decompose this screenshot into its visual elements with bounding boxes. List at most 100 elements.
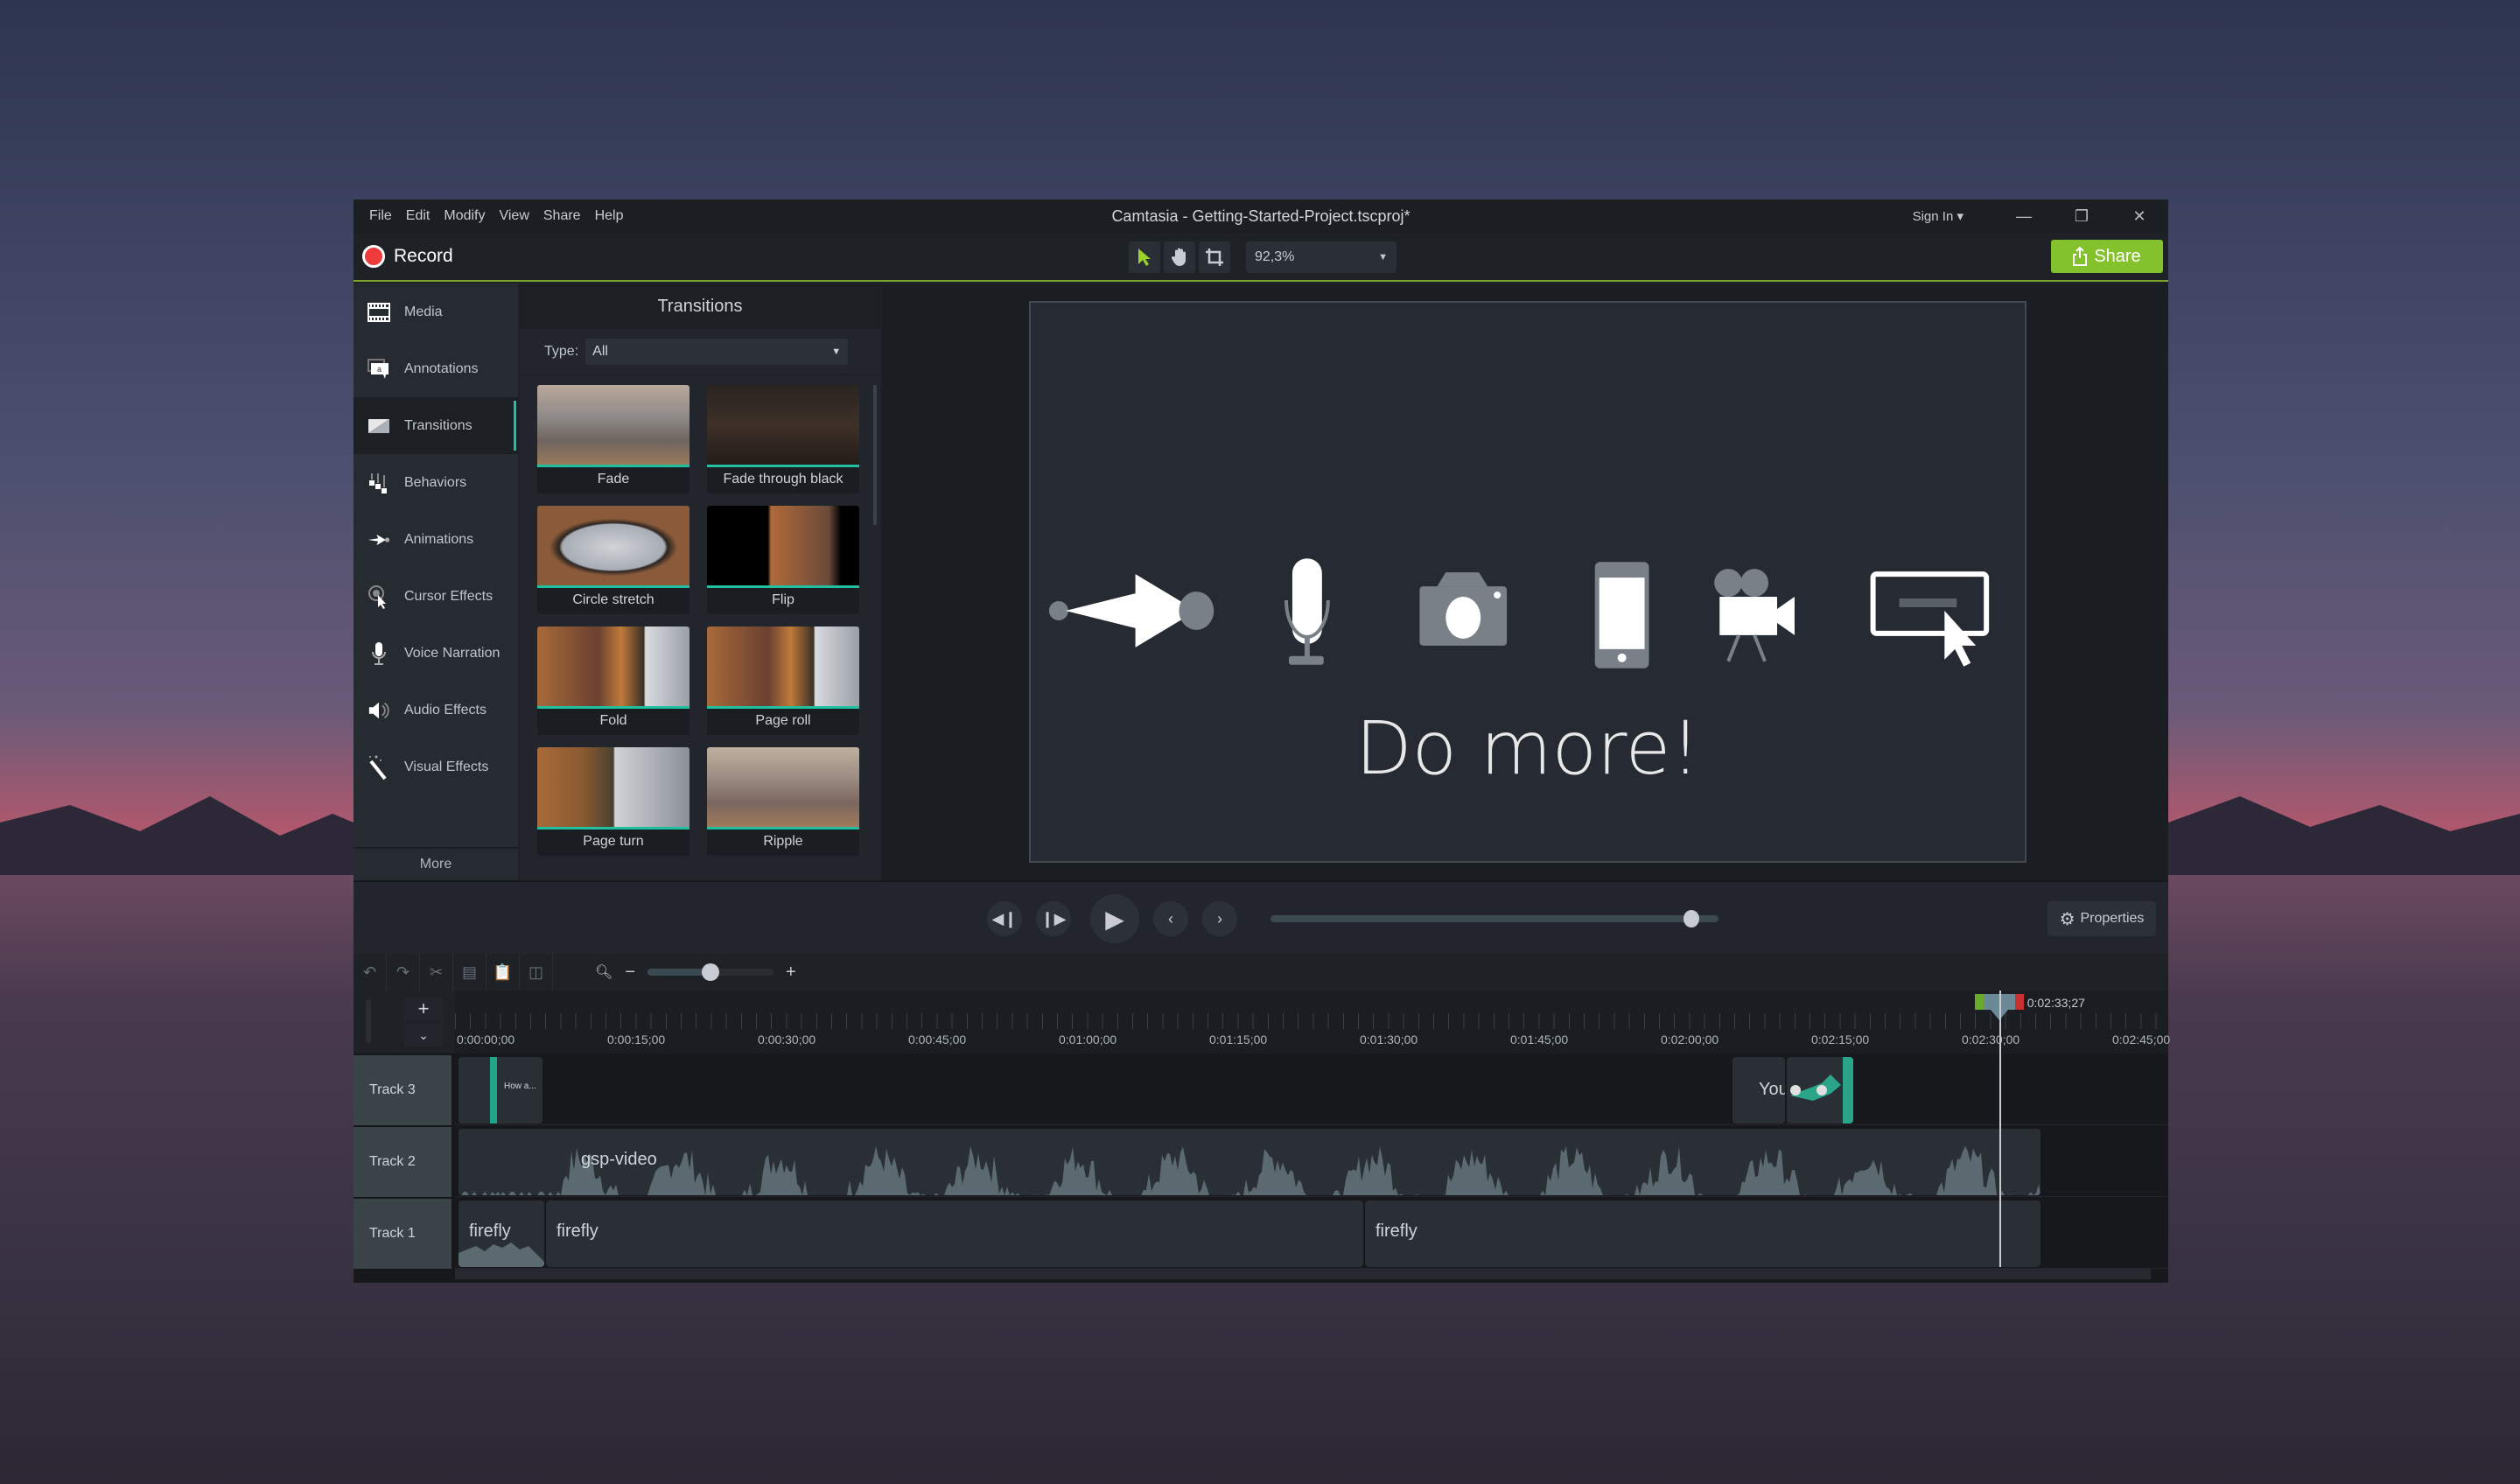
undo-icon: ↶ (362, 962, 377, 981)
restore-button[interactable]: ❐ (2053, 207, 2110, 226)
sidebar-item-visual-effects[interactable]: Visual Effects (354, 738, 518, 795)
transition-item[interactable]: Circle stretch (537, 506, 690, 614)
transition-item[interactable]: Fold (537, 626, 690, 735)
track-label[interactable]: Track 3 (354, 1055, 452, 1125)
menu-view[interactable]: View (492, 208, 536, 224)
sidebar-item-behaviors[interactable]: Behaviors (354, 454, 518, 511)
transition-item[interactable]: Ripple (707, 747, 859, 856)
transition-item[interactable]: Page roll (707, 626, 859, 735)
timeline-clip[interactable]: You (1732, 1057, 1785, 1124)
preview-canvas[interactable]: Do more! (1029, 301, 2026, 863)
playhead-time: 0:02:33;27 (2026, 996, 2085, 1010)
sign-in-button[interactable]: Sign In ▾ (1913, 208, 1964, 224)
transition-item[interactable]: Fade through black (707, 385, 859, 494)
ruler-label: 0:02:15;00 (1811, 1032, 1870, 1046)
scissors-icon: ✂ (429, 962, 444, 981)
transition-item[interactable]: Page turn (537, 747, 690, 856)
timeline-zoom-slider[interactable] (648, 963, 774, 981)
menu-help[interactable]: Help (588, 208, 631, 224)
canvas-headline: Do more! (1354, 705, 1701, 791)
transition-item[interactable]: Flip (707, 506, 859, 614)
crop-tool[interactable] (1199, 242, 1230, 273)
properties-label: Properties (2080, 911, 2145, 926)
transition-label: Ripple (763, 833, 803, 849)
timeline-clip[interactable]: gsp-video (458, 1129, 2040, 1195)
menu-file[interactable]: File (362, 208, 399, 224)
timeline-clip[interactable]: How a... (458, 1057, 542, 1124)
transition-item[interactable]: Fade (537, 385, 690, 494)
timeline-horizontal-scrollbar[interactable] (455, 1269, 2151, 1279)
track-label[interactable]: Track 1 (354, 1199, 452, 1269)
clip-title: gsp-video (581, 1150, 657, 1169)
play-button[interactable]: ▶ (1090, 894, 1139, 943)
sidebar-item-voice-narration[interactable]: Voice Narration (354, 625, 518, 682)
sidebar-item-annotations[interactable]: a Annotations (354, 340, 518, 397)
split-button[interactable]: ◫ (520, 954, 553, 990)
play-icon: ▶ (1105, 905, 1124, 933)
ruler-label: 0:00:00;00 (457, 1032, 515, 1046)
zoom-level-dropdown[interactable]: 92,3% ▼ (1246, 242, 1396, 273)
transition-thumbnail (707, 626, 859, 709)
microphone-icon (368, 641, 390, 665)
transition-thumbnail (537, 626, 690, 709)
timeline-clip[interactable]: firefly (546, 1200, 1363, 1267)
previous-marker-button[interactable]: ‹ (1153, 901, 1188, 936)
track-lane[interactable]: firefly firefly firefly (455, 1199, 2168, 1269)
collapse-tracks-button[interactable]: ⌄ (404, 1024, 443, 1046)
copy-button[interactable]: ▤ (453, 954, 486, 990)
animations-icon (368, 528, 390, 551)
sidebar-item-transitions[interactable]: Transitions (354, 397, 518, 454)
feature-icons-row (1048, 558, 1990, 668)
track-label[interactable]: Track 2 (354, 1127, 452, 1197)
split-icon: ◫ (528, 962, 543, 981)
step-back-button[interactable]: ◀❙ (987, 901, 1022, 936)
step-forward-button[interactable]: ❙▶ (1036, 901, 1071, 936)
menu-share[interactable]: Share (536, 208, 588, 224)
timeline-ruler[interactable]: 0:00:00;00 0:00:15;00 0:00:30;00 0:00:45;00… (455, 990, 2170, 1054)
cut-button[interactable]: ✂ (420, 954, 453, 990)
timeline-clip[interactable] (1787, 1057, 1853, 1124)
clip-title: You (1759, 1080, 1785, 1099)
record-button[interactable]: Record (362, 245, 453, 268)
next-marker-button[interactable]: › (1202, 901, 1237, 936)
properties-button[interactable]: ⚙ Properties (2048, 901, 2156, 936)
sidebar-item-audio-effects[interactable]: Audio Effects (354, 682, 518, 738)
redo-button[interactable]: ↷ (387, 954, 420, 990)
zoom-in-button[interactable]: + (786, 962, 796, 983)
undo-button[interactable]: ↶ (354, 954, 387, 990)
pan-tool[interactable] (1164, 242, 1195, 273)
zoom-out-button[interactable]: − (625, 962, 635, 983)
paste-button[interactable]: 📋 (486, 954, 520, 990)
sidebar-item-label: Voice Narration (404, 645, 500, 661)
panel-scrollbar[interactable] (873, 385, 877, 525)
more-button[interactable]: More (354, 847, 518, 880)
sidebar-item-label: Annotations (404, 360, 479, 376)
transition-label: Fade through black (723, 471, 844, 486)
timeline-zoom-handle[interactable] (702, 963, 719, 981)
sidebar-item-animations[interactable]: Animations (354, 511, 518, 568)
track-lane[interactable]: gsp-video (455, 1127, 2168, 1197)
main-toolbar: Record 92,3% ▼ Share (354, 233, 2168, 282)
playback-scrubber[interactable] (1270, 910, 1718, 928)
search-icon: 🔍︎ (595, 965, 613, 980)
timeline-clip[interactable]: firefly (458, 1200, 544, 1267)
track-height-slider[interactable] (366, 999, 371, 1043)
camtasia-window: File Edit Modify View Share Help Camtasi… (354, 200, 2170, 1283)
timeline-toolbar: ↶ ↷ ✂ ▤ 📋 ◫ 🔍︎ − + (354, 954, 2168, 990)
track-lane[interactable]: How a... You (455, 1055, 2168, 1125)
sidebar-item-cursor-effects[interactable]: Cursor Effects (354, 568, 518, 625)
redo-icon: ↷ (396, 962, 410, 981)
minimize-button[interactable]: — (1995, 207, 2053, 226)
close-button[interactable]: ✕ (2110, 207, 2168, 226)
type-filter-dropdown[interactable]: All ▼ (585, 338, 849, 365)
sidebar-item-media[interactable]: Media (354, 284, 518, 340)
share-button[interactable]: Share (2051, 240, 2163, 273)
timeline-clip[interactable]: firefly (1365, 1200, 2040, 1267)
add-track-button[interactable]: + (404, 998, 443, 1020)
menu-modify[interactable]: Modify (437, 208, 492, 224)
select-tool[interactable] (1129, 242, 1160, 273)
playhead-line[interactable] (1998, 990, 2001, 1267)
scrubber-handle[interactable] (1684, 910, 1700, 928)
track-row: Track 1 firefly firefly firefly (354, 1199, 2168, 1269)
menu-edit[interactable]: Edit (399, 208, 438, 224)
